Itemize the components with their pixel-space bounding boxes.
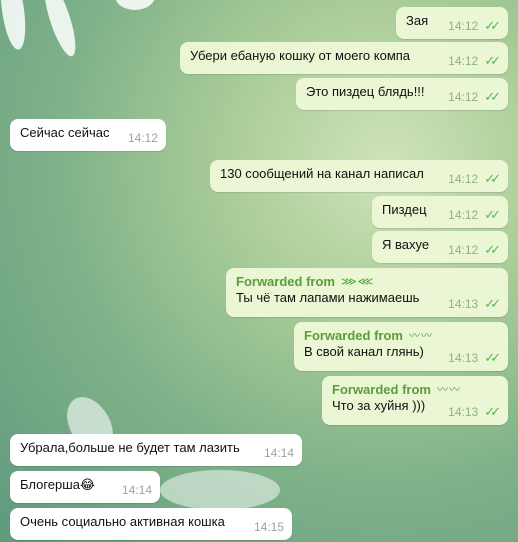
- message-time: 14:13: [448, 297, 479, 311]
- message-time: 14:12: [448, 19, 479, 33]
- message-meta: 14:14: [122, 482, 152, 498]
- double-check-icon: ✓✓: [484, 18, 501, 33]
- message-time: 14:12: [127, 131, 158, 145]
- message-time: 14:14: [263, 446, 294, 460]
- forwarded-sender[interactable]: 〰〰: [409, 328, 433, 344]
- background-petal: [38, 0, 82, 60]
- message-time: 14:15: [253, 520, 284, 534]
- message-text: Очень социально активная кошка: [20, 514, 225, 529]
- message-outgoing[interactable]: Пиздец 14:12 ✓✓: [372, 196, 508, 228]
- message-meta: 14:15: [254, 519, 284, 535]
- message-text: Блогерша😂: [20, 477, 96, 492]
- forwarded-label: Forwarded from: [304, 328, 403, 343]
- message-meta: 14:12 ✓✓: [448, 18, 501, 34]
- chat-area: Зая 14:12 ✓✓ Убери ебаную кошку от моего…: [0, 0, 518, 542]
- message-text: Это пиздец блядь!!!: [306, 84, 425, 99]
- message-time: 14:12: [448, 208, 479, 222]
- message-meta: 14:12 ✓✓: [448, 89, 501, 105]
- message-time: 14:14: [121, 483, 152, 497]
- double-check-icon: ✓✓: [484, 296, 501, 311]
- message-incoming[interactable]: Очень социально активная кошка 14:15: [10, 508, 292, 540]
- message-outgoing[interactable]: Это пиздец блядь!!! 14:12 ✓✓: [296, 78, 508, 110]
- message-time: 14:13: [448, 351, 479, 365]
- message-text: Я вахуе: [382, 237, 430, 252]
- message-meta: 14:12 ✓✓: [448, 207, 501, 223]
- message-time: 14:12: [448, 172, 479, 186]
- message-meta: 14:12: [128, 130, 158, 146]
- message-forwarded[interactable]: Forwarded from ⋙⋘ Ты чё там лапами нажим…: [226, 268, 508, 317]
- double-check-icon: ✓✓: [484, 207, 501, 222]
- forward-header: Forwarded from ⋙⋘: [236, 274, 498, 290]
- background-petal: [115, 0, 155, 10]
- double-check-icon: ✓✓: [484, 171, 501, 186]
- message-outgoing[interactable]: Я вахуе 14:12 ✓✓: [372, 231, 508, 263]
- message-outgoing[interactable]: Убери ебаную кошку от моего компа 14:12 …: [180, 42, 508, 74]
- double-check-icon: ✓✓: [484, 89, 501, 104]
- message-text: Убери ебаную кошку от моего компа: [190, 48, 411, 63]
- message-meta: 14:14: [264, 445, 294, 461]
- message-meta: 14:12 ✓✓: [448, 53, 501, 69]
- message-time: 14:12: [448, 54, 479, 68]
- message-meta: 14:12 ✓✓: [448, 242, 501, 258]
- forward-header: Forwarded from 〰〰: [332, 382, 498, 398]
- message-text: Убрала,больше не будет там лазить: [20, 440, 240, 455]
- message-text: Зая: [406, 13, 429, 28]
- double-check-icon: ✓✓: [484, 404, 501, 419]
- message-forwarded[interactable]: Forwarded from 〰〰 Что за хуйня ))) 14:13…: [322, 376, 508, 425]
- message-incoming[interactable]: Блогерша😂 14:14: [10, 471, 160, 503]
- forwarded-sender[interactable]: 〰〰: [437, 382, 461, 398]
- forward-header: Forwarded from 〰〰: [304, 328, 498, 344]
- background-petal: [0, 0, 30, 52]
- double-check-icon: ✓✓: [484, 350, 501, 365]
- message-text: Сейчас сейчас: [20, 125, 110, 140]
- double-check-icon: ✓✓: [484, 53, 501, 68]
- forwarded-label: Forwarded from: [236, 274, 335, 289]
- message-incoming[interactable]: Сейчас сейчас 14:12: [10, 119, 166, 151]
- message-time: 14:12: [448, 90, 479, 104]
- message-outgoing[interactable]: Зая 14:12 ✓✓: [396, 7, 508, 39]
- forwarded-label: Forwarded from: [332, 382, 431, 397]
- message-text: 130 сообщений на канал написал: [220, 166, 424, 181]
- message-forwarded[interactable]: Forwarded from 〰〰 В свой канал глянь) 14…: [294, 322, 508, 371]
- message-outgoing[interactable]: 130 сообщений на канал написал 14:12 ✓✓: [210, 160, 508, 192]
- double-check-icon: ✓✓: [484, 242, 501, 257]
- message-meta: 14:13 ✓✓: [448, 404, 501, 420]
- message-meta: 14:12 ✓✓: [448, 171, 501, 187]
- message-meta: 14:13 ✓✓: [448, 296, 501, 312]
- message-time: 14:13: [448, 405, 479, 419]
- message-incoming[interactable]: Убрала,больше не будет там лазить 14:14: [10, 434, 302, 466]
- message-time: 14:12: [448, 243, 479, 257]
- forwarded-sender[interactable]: ⋙⋘: [341, 274, 374, 290]
- message-meta: 14:13 ✓✓: [448, 350, 501, 366]
- background-petal: [160, 470, 280, 510]
- message-text: Пиздец: [382, 202, 427, 217]
